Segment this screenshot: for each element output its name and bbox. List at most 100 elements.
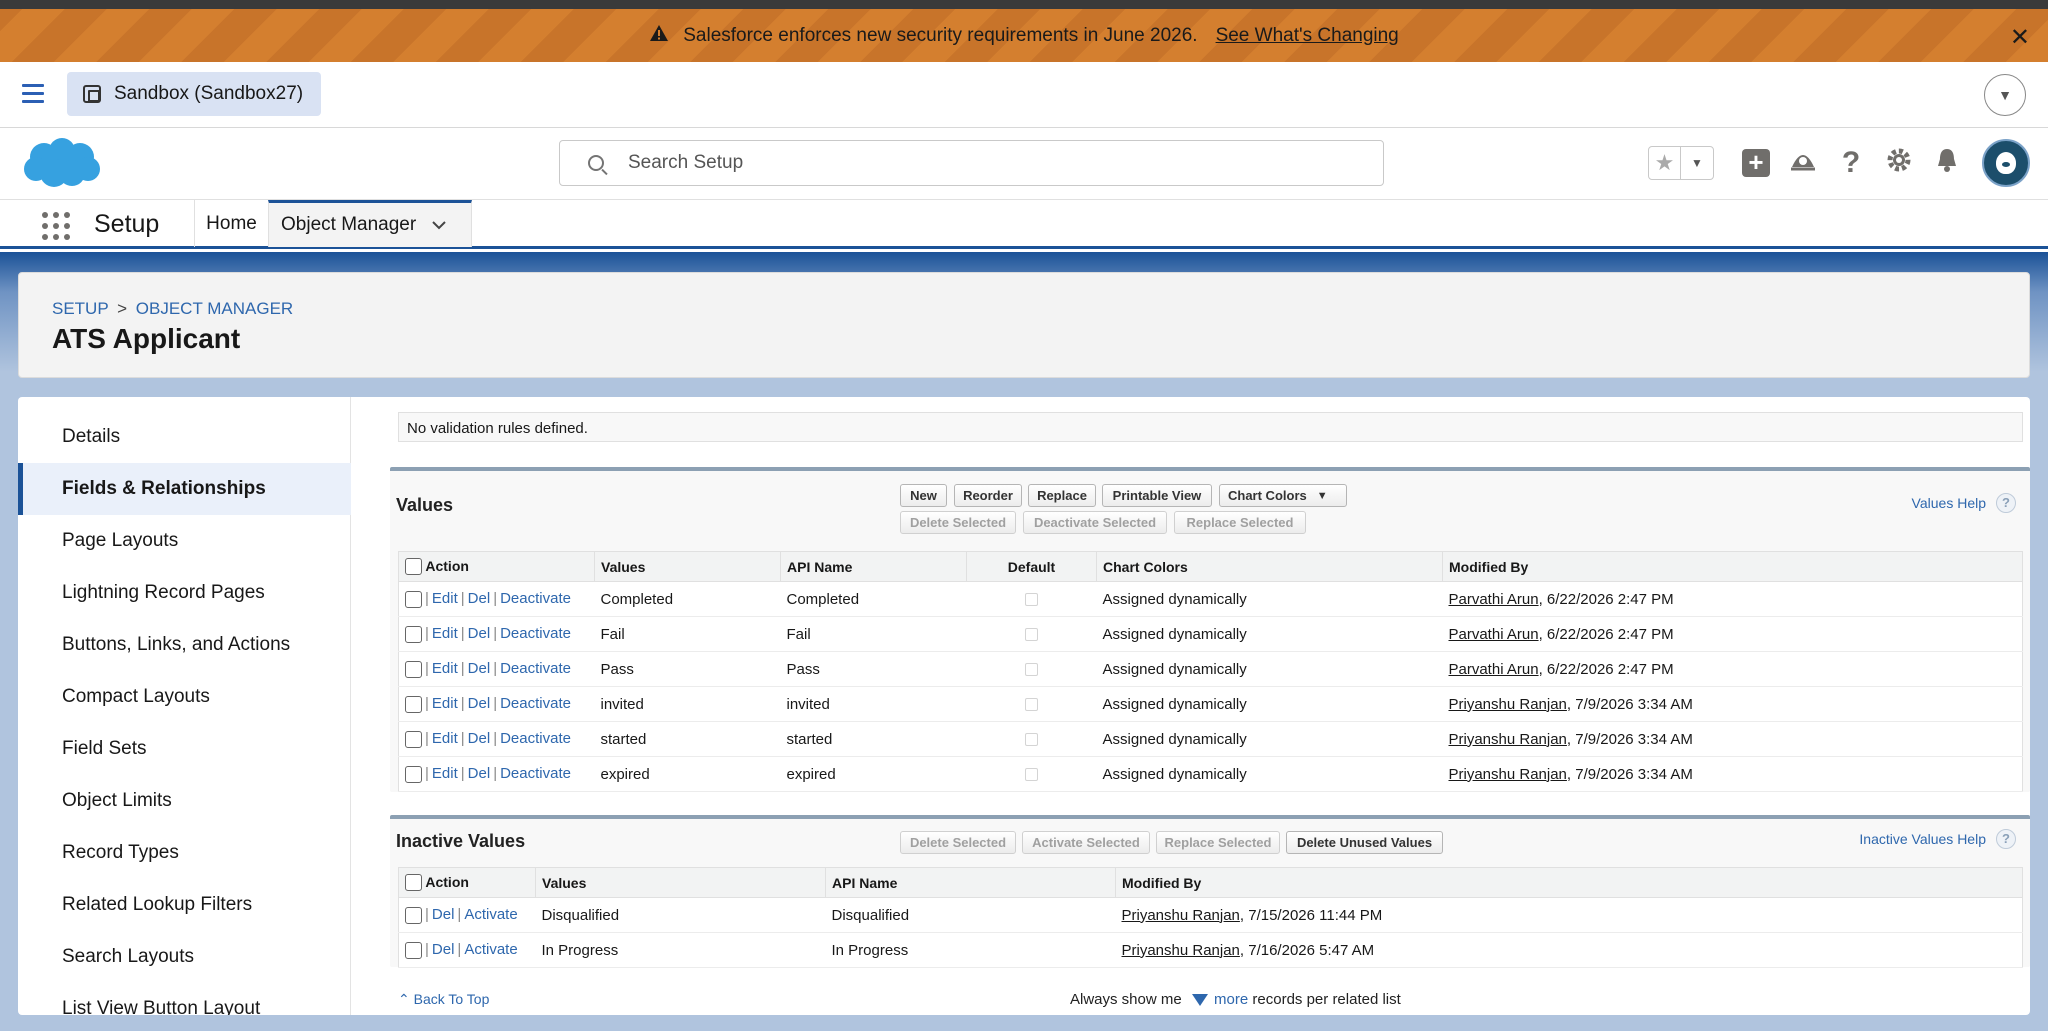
breadcrumb-object-manager[interactable]: OBJECT MANAGER [136, 299, 293, 318]
column-default[interactable]: Default [966, 551, 1097, 582]
tab-object-manager[interactable]: Object Manager [268, 200, 472, 247]
row-checkbox[interactable] [405, 906, 422, 924]
row-checkbox[interactable] [405, 730, 422, 748]
replace-button[interactable]: Replace [1028, 484, 1096, 507]
column-modified-by[interactable]: Modified By [1442, 551, 2023, 582]
inactive-delete-selected-button[interactable]: Delete Selected [900, 831, 1016, 854]
sidebar-item-field-sets[interactable]: Field Sets [18, 723, 351, 775]
sidebar-item-list-view-button-layout[interactable]: List View Button Layout [18, 983, 351, 1015]
inactive-replace-selected-button[interactable]: Replace Selected [1156, 831, 1280, 854]
search-setup-box[interactable] [559, 140, 1384, 186]
row-action-activate[interactable]: Activate [464, 906, 517, 923]
chart-colors-button[interactable]: Chart Colors ▼ [1219, 484, 1347, 507]
user-link[interactable]: Parvathi Arun [1449, 626, 1539, 643]
sidebar-item-record-types[interactable]: Record Types [18, 827, 351, 879]
user-link[interactable]: Priyanshu Ranjan [1449, 766, 1567, 783]
row-action-del[interactable]: Del [468, 590, 491, 607]
favorites-control[interactable]: ★ ▼ [1648, 146, 1714, 180]
replace-selected-button[interactable]: Replace Selected [1174, 511, 1306, 534]
sidebar-item-page-layouts[interactable]: Page Layouts [18, 515, 351, 567]
row-action-edit[interactable]: Edit [432, 765, 458, 782]
row-action-del[interactable]: Del [468, 660, 491, 677]
avatar[interactable] [1982, 139, 2030, 187]
row-action-del[interactable]: Del [468, 625, 491, 642]
row-checkbox[interactable] [405, 590, 422, 608]
favorites-chevron-down-icon[interactable]: ▼ [1681, 147, 1713, 179]
row-action-edit[interactable]: Edit [432, 590, 458, 607]
delete-unused-values-button[interactable]: Delete Unused Values [1286, 831, 1443, 854]
row-action-del[interactable]: Del [468, 695, 491, 712]
search-input[interactable] [628, 152, 1328, 174]
row-checkbox[interactable] [405, 765, 422, 783]
hamburger-icon[interactable] [22, 84, 44, 108]
row-action-deactivate[interactable]: Deactivate [500, 625, 571, 642]
plus-icon[interactable]: + [1742, 149, 1770, 177]
row-action-del[interactable]: Del [468, 765, 491, 782]
sidebar-item-search-layouts[interactable]: Search Layouts [18, 931, 351, 983]
salesforce-logo[interactable] [22, 135, 102, 191]
help-icon[interactable]: ? [1836, 146, 1866, 180]
reorder-button[interactable]: Reorder [954, 484, 1022, 507]
select-all-checkbox[interactable] [405, 874, 422, 892]
bell-icon[interactable] [1932, 147, 1962, 180]
row-action-del[interactable]: Del [468, 730, 491, 747]
sidebar-item-fields-relationships[interactable]: Fields & Relationships [18, 463, 351, 515]
row-action-edit[interactable]: Edit [432, 730, 458, 747]
sandbox-menu-chevron-down-icon[interactable]: ▼ [1984, 74, 2026, 116]
gear-icon[interactable] [1884, 147, 1914, 180]
printable-view-button[interactable]: Printable View [1102, 484, 1212, 507]
user-link[interactable]: Priyanshu Ranjan [1122, 942, 1240, 959]
row-action-deactivate[interactable]: Deactivate [500, 660, 571, 677]
deactivate-selected-button[interactable]: Deactivate Selected [1023, 511, 1167, 534]
sidebar-item-details[interactable]: Details [18, 411, 351, 463]
column-api-name[interactable]: API Name [780, 551, 967, 582]
breadcrumb-setup[interactable]: SETUP [52, 299, 108, 318]
star-icon[interactable]: ★ [1649, 147, 1681, 179]
column-api-name[interactable]: API Name [825, 867, 1116, 898]
delete-selected-button[interactable]: Delete Selected [900, 511, 1016, 534]
sidebar-item-compact-layouts[interactable]: Compact Layouts [18, 671, 351, 723]
row-action-deactivate[interactable]: Deactivate [500, 765, 571, 782]
row-action-deactivate[interactable]: Deactivate [500, 695, 571, 712]
user-link[interactable]: Priyanshu Ranjan [1449, 696, 1567, 713]
row-action-deactivate[interactable]: Deactivate [500, 730, 571, 747]
values-help-link[interactable]: Values Help ? [1912, 493, 2016, 513]
row-checkbox[interactable] [405, 660, 422, 678]
inactive-values-help-link[interactable]: Inactive Values Help ? [1859, 829, 2016, 849]
sidebar-item-lightning-record-pages[interactable]: Lightning Record Pages [18, 567, 351, 619]
back-to-top-link[interactable]: ⌃ Back To Top [398, 991, 489, 1008]
more-dropdown-icon[interactable] [1191, 994, 1208, 1007]
user-link[interactable]: Parvathi Arun [1449, 661, 1539, 678]
row-action-edit[interactable]: Edit [432, 660, 458, 677]
user-link[interactable]: Parvathi Arun [1449, 591, 1539, 608]
row-action-deactivate[interactable]: Deactivate [500, 590, 571, 607]
user-link[interactable]: Priyanshu Ranjan [1122, 907, 1240, 924]
trailhead-icon[interactable] [1788, 147, 1818, 180]
tab-home[interactable]: Home [194, 200, 268, 247]
column-modified-by[interactable]: Modified By [1115, 867, 2023, 898]
sidebar-item-related-lookup-filters[interactable]: Related Lookup Filters [18, 879, 351, 931]
user-link[interactable]: Priyanshu Ranjan [1449, 731, 1567, 748]
row-checkbox[interactable] [405, 695, 422, 713]
column-values[interactable]: Values [594, 551, 781, 582]
close-icon[interactable]: ✕ [2010, 23, 2030, 52]
chevron-down-icon[interactable] [432, 217, 446, 233]
sidebar-item-buttons-links-actions[interactable]: Buttons, Links, and Actions [18, 619, 351, 671]
waffle-icon[interactable] [42, 212, 70, 240]
row-checkbox[interactable] [405, 625, 422, 643]
row-checkbox[interactable] [405, 941, 422, 959]
row-action-del[interactable]: Del [432, 906, 455, 923]
row-action-del[interactable]: Del [432, 941, 455, 958]
row-action-edit[interactable]: Edit [432, 695, 458, 712]
sandbox-indicator[interactable]: Sandbox (Sandbox27) [67, 72, 321, 116]
select-all-checkbox[interactable] [405, 558, 422, 576]
see-whats-changing-link[interactable]: See What's Changing [1216, 25, 1399, 47]
sidebar-item-object-limits[interactable]: Object Limits [18, 775, 351, 827]
column-chart-colors[interactable]: Chart Colors [1096, 551, 1443, 582]
row-action-edit[interactable]: Edit [432, 625, 458, 642]
more-link[interactable]: more [1214, 991, 1248, 1008]
new-button[interactable]: New [900, 484, 947, 507]
column-values[interactable]: Values [535, 867, 826, 898]
row-action-activate[interactable]: Activate [464, 941, 517, 958]
activate-selected-button[interactable]: Activate Selected [1022, 831, 1150, 854]
